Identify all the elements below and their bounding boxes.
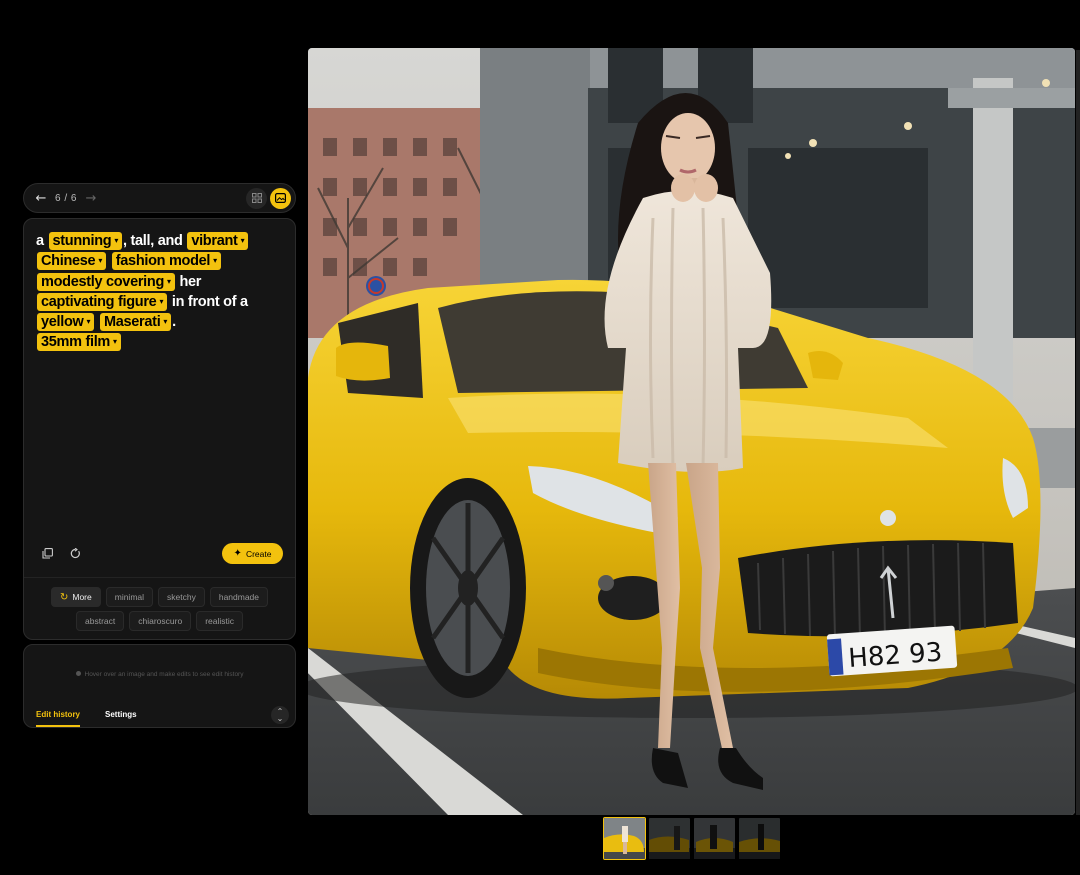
prompt-chip-chinese[interactable]: Chinese ▾: [37, 252, 107, 271]
collapse-panel-button[interactable]: ⌃ ⌄: [271, 706, 289, 724]
prompt-chip-yellow[interactable]: yellow ▾: [37, 313, 95, 332]
grid-view-button[interactable]: [246, 187, 267, 209]
plus-icon: ✦: [233, 548, 242, 559]
history-empty-hint: Hover over an image and make edits to se…: [24, 671, 295, 678]
prompt-text: in front of a: [171, 293, 248, 310]
prompt-chip-stunning[interactable]: stunning ▾: [48, 232, 123, 250]
prompt-chip-maserati[interactable]: Maserati ▾: [99, 313, 172, 332]
view-toggle-group: [246, 187, 291, 209]
style-chip-minimal[interactable]: minimal: [105, 587, 154, 607]
thumbnail[interactable]: [648, 817, 691, 860]
chevron-down-icon: ▾: [213, 256, 217, 266]
chevron-down-icon: ▾: [163, 317, 168, 327]
style-suggestions-row: ↻ More minimal sketchy handmade: [24, 587, 295, 607]
prompt-text: her: [179, 273, 202, 290]
style-chip-sketchy[interactable]: sketchy: [158, 587, 205, 607]
style-suggestions-row: abstract chiaroscuro realistic: [24, 611, 295, 631]
chevron-down-icon: ▾: [113, 337, 117, 347]
prompt-tools: [36, 544, 86, 562]
divider: [24, 577, 295, 578]
thumbnail-image: [604, 818, 645, 859]
style-chip-handmade[interactable]: handmade: [209, 587, 269, 607]
single-view-button[interactable]: [270, 187, 291, 209]
reset-icon: [70, 547, 80, 558]
thumbnail-strip: [603, 817, 781, 860]
thumbnail[interactable]: [738, 817, 781, 860]
chevron-down-icon: ▾: [98, 256, 103, 266]
thumbnail-image: [694, 818, 735, 859]
thumbnail[interactable]: [603, 817, 646, 860]
grid-icon: [251, 193, 262, 203]
history-panel: Hover over an image and make edits to se…: [23, 644, 296, 728]
prompt-chip-captivating-figure[interactable]: captivating figure ▾: [37, 292, 168, 311]
prompt-editor[interactable]: a stunning ▾, tall, and vibrant ▾ Chinese ▾…: [36, 231, 286, 353]
thumbnail[interactable]: [693, 817, 736, 860]
style-chip-abstract[interactable]: abstract: [76, 611, 125, 631]
prompt-chip-35mm-film[interactable]: 35mm film ▾: [37, 333, 121, 352]
prompt-chip-fashion-model[interactable]: fashion model ▾: [111, 252, 221, 271]
forward-button[interactable]: →: [82, 189, 100, 207]
thumbnail-image: [649, 818, 690, 859]
chevron-down-icon: ▾: [167, 276, 171, 286]
chevron-down-icon: ▾: [114, 236, 119, 245]
arrow-left-icon: ←: [35, 190, 47, 206]
info-icon: [75, 671, 81, 676]
image-illustration: H82 93: [308, 48, 1075, 815]
tab-edit-history[interactable]: Edit history: [36, 710, 81, 727]
prompt-chip-modestly-covering[interactable]: modestly covering ▾: [37, 272, 175, 291]
chevron-down-icon: ▾: [159, 296, 164, 306]
create-button[interactable]: ✦ Create: [222, 543, 283, 564]
chevron-up-down-icon: ⌃ ⌄: [276, 707, 284, 723]
thumbnail-image: [739, 818, 780, 859]
back-button[interactable]: ←: [32, 189, 50, 207]
next-image-edge: [1076, 50, 1080, 815]
more-styles-button[interactable]: ↻ More: [50, 587, 101, 607]
chevron-down-icon: ▾: [240, 236, 245, 245]
copy-icon: [41, 547, 53, 559]
chevron-down-icon: ▾: [86, 317, 91, 327]
prompt-text: , tall, and: [123, 233, 183, 249]
page-counter: 6 / 6: [55, 192, 77, 204]
single-image-icon: [275, 193, 286, 203]
prompt-chip-vibrant[interactable]: vibrant ▾: [187, 232, 249, 250]
tab-settings[interactable]: Settings: [105, 710, 137, 727]
history-tabs: Edit history Settings: [36, 710, 137, 727]
prompt-panel: a stunning ▾, tall, and vibrant ▾ Chinese ▾…: [23, 218, 296, 640]
refresh-icon: ↻: [59, 591, 69, 603]
copy-prompt-button[interactable]: [36, 544, 58, 562]
reset-prompt-button[interactable]: [64, 544, 86, 562]
generated-image[interactable]: H82 93: [308, 48, 1075, 815]
style-chip-realistic[interactable]: realistic: [196, 611, 243, 631]
prompt-text: .: [172, 314, 176, 331]
image-navigation-bar: ← 6 / 6 →: [23, 183, 296, 213]
style-chip-chiaroscuro[interactable]: chiaroscuro: [129, 611, 192, 631]
prompt-text: a: [36, 233, 44, 249]
arrow-right-icon: →: [85, 190, 97, 206]
